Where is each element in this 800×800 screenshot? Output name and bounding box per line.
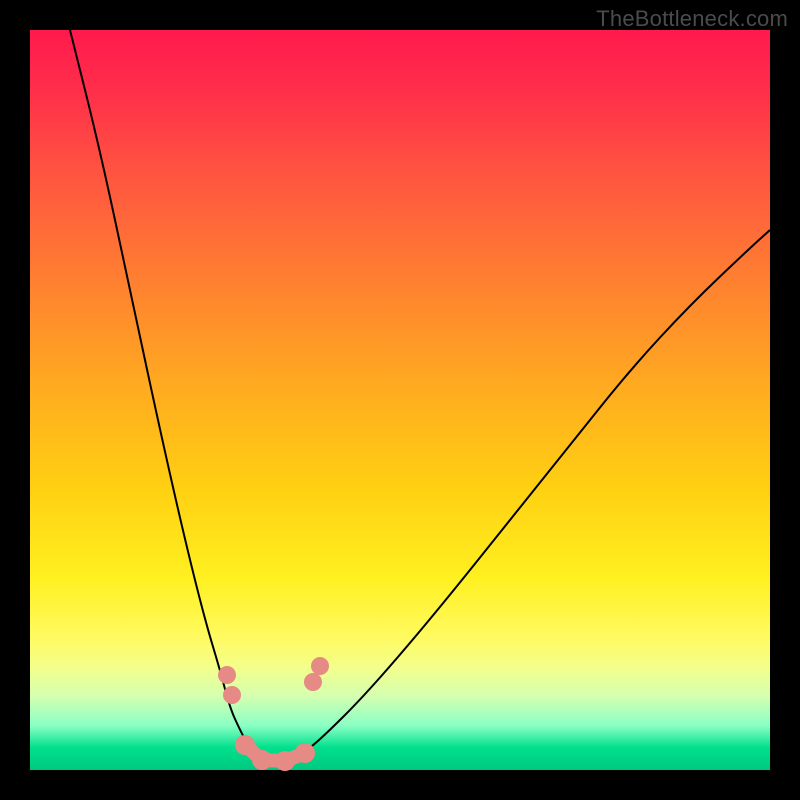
data-marker	[223, 686, 241, 704]
right-curve	[274, 230, 770, 763]
chart-svg	[30, 30, 770, 770]
plot-area	[30, 30, 770, 770]
data-marker	[252, 750, 272, 770]
data-marker	[235, 735, 255, 755]
left-curve	[70, 30, 272, 763]
data-marker	[311, 657, 329, 675]
data-marker	[295, 743, 315, 763]
chart-frame: TheBottleneck.com	[0, 0, 800, 800]
watermark-text: TheBottleneck.com	[596, 6, 788, 32]
data-marker	[218, 666, 236, 684]
data-marker	[275, 751, 295, 771]
data-marker	[304, 673, 322, 691]
